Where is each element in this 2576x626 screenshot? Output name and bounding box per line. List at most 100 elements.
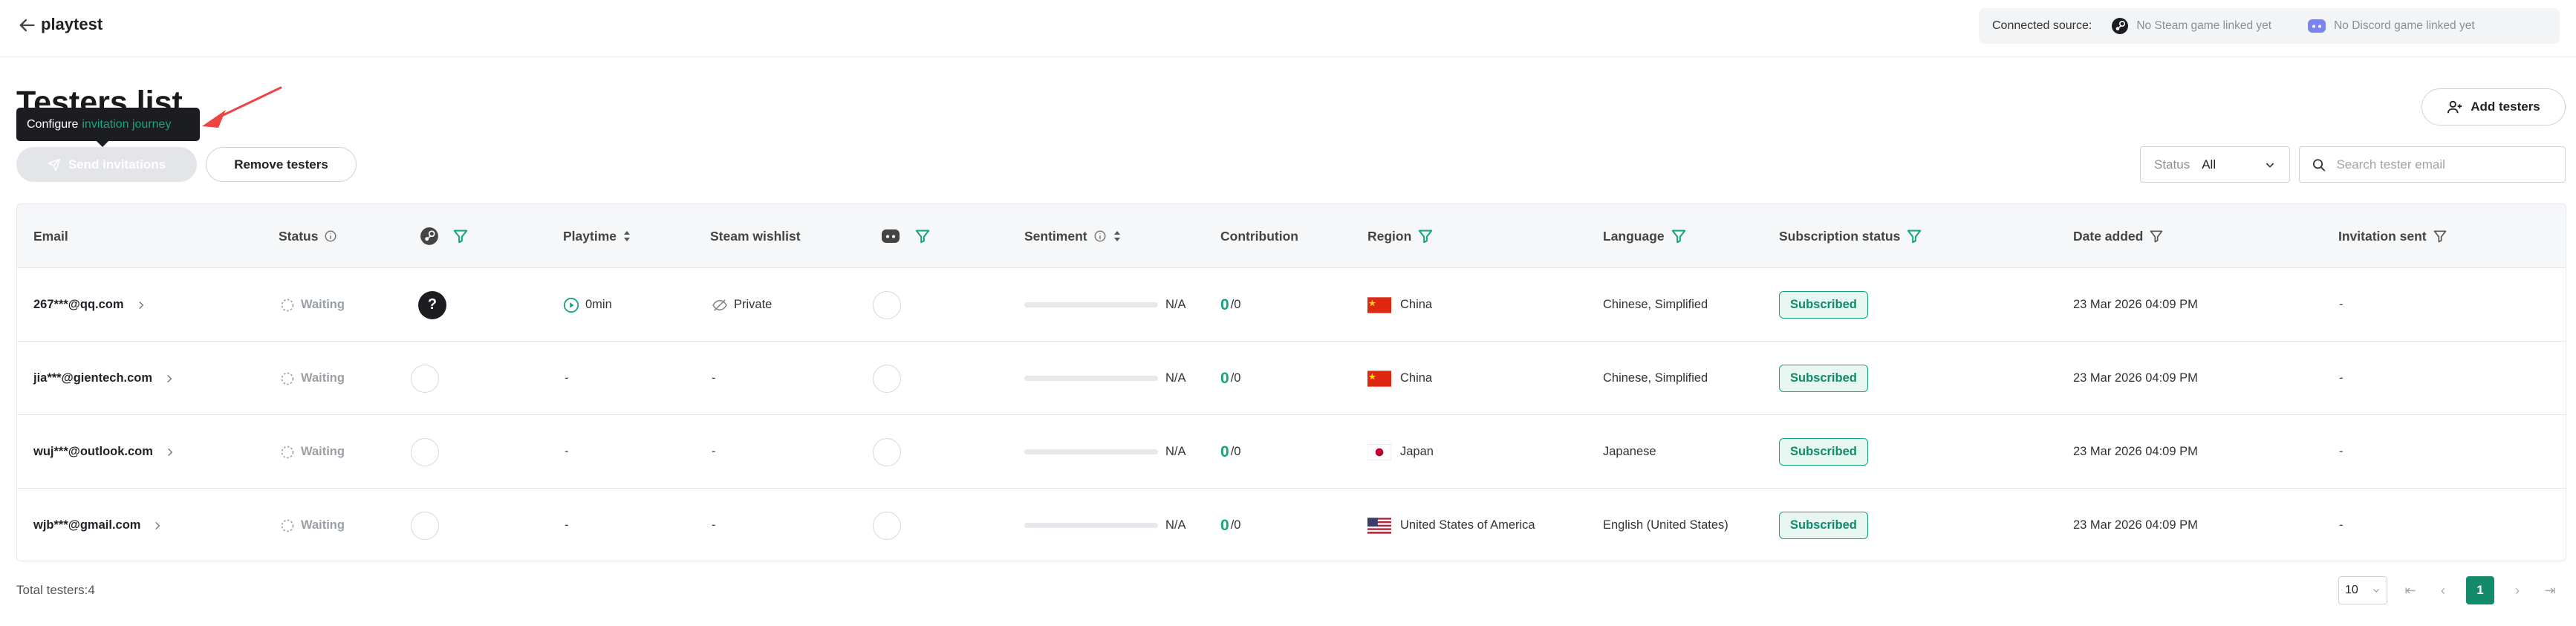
loading-icon bbox=[281, 519, 294, 532]
column-playtime-label: Playtime bbox=[563, 228, 617, 244]
email-cell[interactable]: jia***@gientech.com bbox=[33, 342, 175, 415]
table-row[interactable]: 267***@qq.com Waiting ? 0min Private N/A… bbox=[17, 268, 2566, 342]
sentiment-bar bbox=[1024, 449, 1158, 454]
steam-status-text: No Steam game linked yet bbox=[2136, 19, 2272, 32]
contribution-cell: 0/0 bbox=[1220, 489, 1240, 561]
status-text: Waiting bbox=[301, 371, 345, 385]
date-added-cell: 23 Mar 2026 04:09 PM bbox=[2073, 489, 2198, 561]
column-status[interactable]: Status bbox=[279, 204, 337, 268]
sentiment-value: N/A bbox=[1165, 298, 1186, 311]
table-row[interactable]: jia***@gientech.com Waiting - - N/A 0/0 … bbox=[17, 342, 2566, 415]
language-value: Japanese bbox=[1603, 445, 1656, 458]
total-testers: Total testers:4 bbox=[16, 583, 95, 597]
column-invitation-sent-label: Invitation sent bbox=[2338, 228, 2427, 244]
invitation-sent-cell: - bbox=[2339, 489, 2344, 561]
last-page-icon[interactable]: ⇥ bbox=[2540, 583, 2560, 599]
annotation-arrow-icon bbox=[202, 86, 282, 128]
filter-icon[interactable] bbox=[2149, 229, 2164, 244]
search-box[interactable] bbox=[2299, 146, 2566, 183]
column-email[interactable]: Email bbox=[33, 204, 68, 268]
play-icon bbox=[563, 297, 579, 313]
table-header: Email Status Playtime Steam wishlist Sen… bbox=[17, 204, 2566, 268]
filter-icon[interactable] bbox=[452, 228, 469, 244]
status-filter-select[interactable]: Status All bbox=[2140, 146, 2290, 183]
discord-source[interactable]: No Discord game linked yet bbox=[2307, 18, 2475, 34]
invitation-journey-link[interactable]: invitation journey bbox=[82, 118, 171, 131]
language-cell: English (United States) bbox=[1603, 489, 1728, 561]
pagination: 10 ⇤ ‹ 1 › ⇥ bbox=[2338, 576, 2560, 604]
column-sentiment-label: Sentiment bbox=[1024, 228, 1087, 244]
filter-icon[interactable] bbox=[2433, 229, 2447, 244]
playtime-value: 0min bbox=[585, 298, 612, 311]
chevron-right-icon[interactable] bbox=[136, 299, 146, 311]
filter-icon[interactable] bbox=[1671, 228, 1687, 244]
subscription-cell: Subscribed bbox=[1779, 268, 1868, 342]
email-cell[interactable]: wjb***@gmail.com bbox=[33, 489, 163, 561]
search-input[interactable] bbox=[2336, 157, 2553, 172]
japan-flag-icon bbox=[1367, 443, 1391, 460]
steam-source[interactable]: No Steam game linked yet bbox=[2111, 17, 2271, 35]
steam-icon bbox=[420, 227, 438, 245]
status-text: Waiting bbox=[301, 518, 345, 532]
column-sentiment[interactable]: Sentiment bbox=[1024, 204, 1122, 268]
sentiment-value: N/A bbox=[1165, 518, 1186, 532]
page-size-select[interactable]: 10 bbox=[2338, 576, 2387, 604]
steam-avatar bbox=[411, 364, 439, 393]
status-badge: Subscribed bbox=[1779, 438, 1868, 466]
chevron-right-icon[interactable] bbox=[165, 446, 175, 458]
chevron-right-icon[interactable] bbox=[152, 520, 163, 532]
region-cell: United States of America bbox=[1367, 489, 1535, 561]
info-icon bbox=[1094, 230, 1106, 242]
prev-page-icon[interactable]: ‹ bbox=[2433, 583, 2453, 599]
language-value: Chinese, Simplified bbox=[1603, 371, 1708, 385]
chevron-right-icon[interactable] bbox=[164, 373, 175, 385]
steam-avatar bbox=[411, 511, 439, 540]
invitation-sent-cell: - bbox=[2339, 268, 2344, 342]
page-current[interactable]: 1 bbox=[2466, 576, 2494, 604]
email-cell[interactable]: 267***@qq.com bbox=[33, 268, 146, 342]
column-invitation-sent: Invitation sent bbox=[2338, 204, 2447, 268]
subscription-cell: Subscribed bbox=[1779, 342, 1868, 415]
column-steam-wishlist: Steam wishlist bbox=[710, 204, 801, 268]
filter-icon[interactable] bbox=[1906, 228, 1922, 244]
add-testers-label: Add testers bbox=[2471, 100, 2540, 114]
date-added-cell: 23 Mar 2026 04:09 PM bbox=[2073, 415, 2198, 489]
date-added-value: 23 Mar 2026 04:09 PM bbox=[2073, 371, 2198, 385]
language-value: English (United States) bbox=[1603, 518, 1728, 532]
column-playtime[interactable]: Playtime bbox=[563, 204, 631, 268]
first-page-icon[interactable]: ⇤ bbox=[2401, 583, 2420, 599]
chevron-down-icon bbox=[2373, 589, 2379, 593]
date-added-cell: 23 Mar 2026 04:09 PM bbox=[2073, 342, 2198, 415]
chevron-down-icon bbox=[2266, 162, 2274, 168]
app-title: playtest bbox=[41, 15, 103, 33]
add-testers-button[interactable]: Add testers bbox=[2421, 88, 2566, 125]
filter-icon[interactable] bbox=[1417, 228, 1434, 244]
add-user-icon bbox=[2447, 100, 2462, 114]
contribution-cell: 0/0 bbox=[1220, 415, 1240, 489]
playtime-value: - bbox=[565, 518, 569, 532]
region-cell: China bbox=[1367, 342, 1432, 415]
eye-off-icon bbox=[712, 299, 727, 311]
email-cell[interactable]: wuj***@outlook.com bbox=[33, 415, 175, 489]
playtime-cell: - bbox=[565, 342, 569, 415]
region-value: United States of America bbox=[1400, 518, 1535, 532]
column-region: Region bbox=[1367, 204, 1434, 268]
sentiment-cell: N/A bbox=[1024, 342, 1186, 415]
filter-icon[interactable] bbox=[914, 228, 931, 244]
sentiment-bar bbox=[1024, 302, 1158, 307]
back-arrow-icon[interactable] bbox=[16, 15, 37, 36]
discord-avatar bbox=[873, 511, 901, 540]
sentiment-cell: N/A bbox=[1024, 415, 1186, 489]
connected-source-label: Connected source: bbox=[1992, 19, 2092, 32]
table-row[interactable]: wuj***@outlook.com Waiting - - N/A 0/0 J… bbox=[17, 415, 2566, 489]
table-row[interactable]: wjb***@gmail.com Waiting - - N/A 0/0 Uni… bbox=[17, 489, 2566, 561]
sort-icon bbox=[1113, 231, 1120, 241]
next-page-icon[interactable]: › bbox=[2508, 583, 2527, 599]
send-invitations-button[interactable]: Send invitations bbox=[16, 147, 197, 182]
contribution-value: 0 bbox=[1220, 516, 1229, 534]
remove-testers-button[interactable]: Remove testers bbox=[206, 147, 357, 182]
column-status-label: Status bbox=[279, 228, 319, 244]
top-bar: playtest Connected source: No Steam game… bbox=[0, 0, 2576, 57]
sentiment-value: N/A bbox=[1165, 445, 1186, 458]
discord-cell bbox=[873, 415, 901, 489]
